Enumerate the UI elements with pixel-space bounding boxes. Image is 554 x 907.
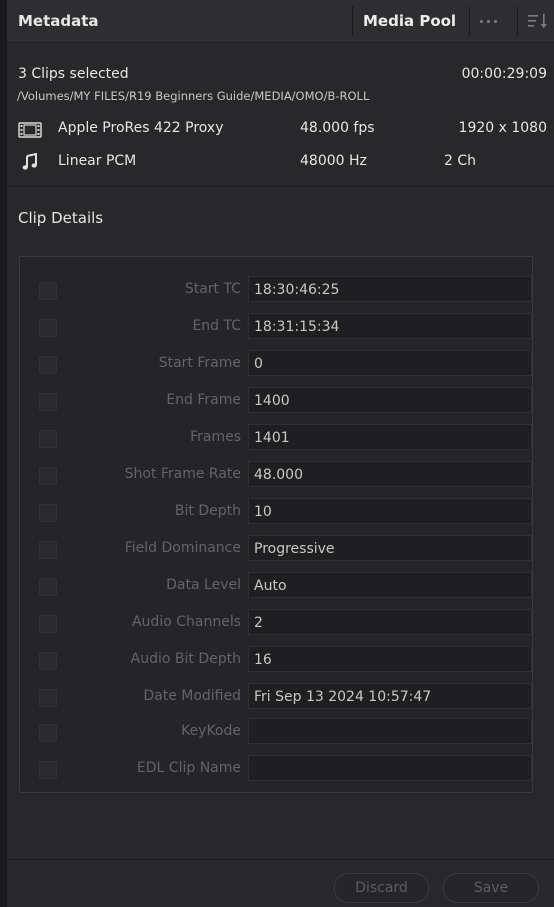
- field-label: Field Dominance: [124, 540, 241, 556]
- discard-button[interactable]: Discard: [334, 873, 429, 903]
- field-row-audio-channels: Audio Channels 2: [20, 609, 532, 637]
- field-checkbox[interactable]: [39, 467, 57, 485]
- date-modified-field[interactable]: Fri Sep 13 2024 10:57:47: [248, 683, 532, 709]
- section-divider: [7, 186, 554, 187]
- field-label: Shot Frame Rate: [124, 466, 241, 482]
- audio-sample-rate: 48000 Hz: [300, 153, 367, 169]
- field-checkbox[interactable]: [39, 356, 57, 374]
- edl-clip-name-field[interactable]: [248, 755, 532, 781]
- field-row-start-tc: Start TC 18:30:46:25: [20, 276, 532, 304]
- field-label: Audio Bit Depth: [130, 651, 241, 667]
- start-tc-field[interactable]: 18:30:46:25: [248, 276, 532, 302]
- field-row-end-frame: End Frame 1400: [20, 387, 532, 415]
- field-label: Start TC: [184, 281, 241, 297]
- clip-details-title: Clip Details: [18, 209, 104, 227]
- field-checkbox[interactable]: [39, 578, 57, 596]
- video-codec: Apple ProRes 422 Proxy: [58, 120, 224, 136]
- video-resolution: 1920 x 1080: [458, 120, 547, 136]
- clips-selected-count: 3 Clips selected: [18, 66, 129, 82]
- save-button[interactable]: Save: [443, 873, 539, 903]
- end-tc-field[interactable]: 18:31:15:34: [248, 313, 532, 339]
- field-checkbox[interactable]: [39, 504, 57, 522]
- field-label: End Frame: [166, 392, 241, 408]
- audio-channels-field[interactable]: 2: [248, 609, 532, 635]
- video-fps: 48.000 fps: [300, 120, 375, 136]
- film-icon: [18, 122, 42, 138]
- field-label: Data Level: [166, 577, 241, 593]
- field-row-date-modified: Date Modified Fri Sep 13 2024 10:57:47: [20, 683, 532, 711]
- more-options-icon[interactable]: [473, 13, 503, 29]
- header-divider: [352, 6, 353, 36]
- field-checkbox[interactable]: [39, 393, 57, 411]
- field-label: Audio Channels: [131, 614, 241, 630]
- panel-title: Metadata: [18, 12, 99, 30]
- field-label: End TC: [192, 318, 241, 334]
- clips-duration: 00:00:29:09: [461, 66, 547, 82]
- keykode-field[interactable]: [248, 718, 532, 744]
- sort-icon[interactable]: [526, 12, 550, 30]
- field-checkbox[interactable]: [39, 319, 57, 337]
- metadata-panel: Metadata Media Pool 3 Clips selected 00:…: [7, 0, 554, 907]
- header-divider: [517, 6, 518, 36]
- field-row-end-tc: End TC 18:31:15:34: [20, 313, 532, 341]
- header-divider: [469, 6, 470, 36]
- media-pool-button[interactable]: Media Pool: [363, 12, 456, 30]
- audio-channels: 2 Ch: [444, 153, 477, 169]
- field-row-audio-bit-depth: Audio Bit Depth 16: [20, 646, 532, 674]
- field-label: Frames: [190, 429, 241, 445]
- field-checkbox[interactable]: [39, 430, 57, 448]
- end-frame-field[interactable]: 1400: [248, 387, 532, 413]
- field-label: KeyKode: [181, 723, 241, 739]
- field-label: EDL Clip Name: [136, 760, 241, 776]
- field-checkbox[interactable]: [39, 761, 57, 779]
- data-level-field[interactable]: Auto: [248, 572, 532, 598]
- field-row-keykode: KeyKode: [20, 718, 532, 746]
- field-checkbox[interactable]: [39, 541, 57, 559]
- field-label: Date Modified: [143, 688, 241, 704]
- field-label: Bit Depth: [174, 503, 241, 519]
- field-label: Start Frame: [158, 355, 241, 371]
- field-row-data-level: Data Level Auto: [20, 572, 532, 600]
- start-frame-field[interactable]: 0: [248, 350, 532, 376]
- field-dominance-field[interactable]: Progressive: [248, 535, 532, 561]
- clip-path: /Volumes/MY FILES/R19 Beginners Guide/ME…: [17, 89, 370, 103]
- field-row-frames: Frames 1401: [20, 424, 532, 452]
- footer-divider: [7, 859, 554, 860]
- field-checkbox[interactable]: [39, 724, 57, 742]
- frames-field[interactable]: 1401: [248, 424, 532, 450]
- clip-details-box: Start TC 18:30:46:25 End TC 18:31:15:34 …: [19, 256, 533, 793]
- field-row-start-frame: Start Frame 0: [20, 350, 532, 378]
- audio-bit-depth-field[interactable]: 16: [248, 646, 532, 672]
- field-checkbox[interactable]: [39, 615, 57, 633]
- field-checkbox[interactable]: [39, 689, 57, 707]
- shot-frame-rate-field[interactable]: 48.000: [248, 461, 532, 487]
- field-checkbox[interactable]: [39, 282, 57, 300]
- field-row-shot-frame-rate: Shot Frame Rate 48.000: [20, 461, 532, 489]
- music-note-icon: [22, 153, 37, 170]
- field-row-edl-clip-name: EDL Clip Name: [20, 755, 532, 783]
- panel-header: Metadata Media Pool: [7, 0, 554, 43]
- field-row-field-dominance: Field Dominance Progressive: [20, 535, 532, 563]
- audio-codec: Linear PCM: [58, 153, 137, 169]
- field-row-bit-depth: Bit Depth 10: [20, 498, 532, 526]
- bit-depth-field[interactable]: 10: [248, 498, 532, 524]
- field-checkbox[interactable]: [39, 652, 57, 670]
